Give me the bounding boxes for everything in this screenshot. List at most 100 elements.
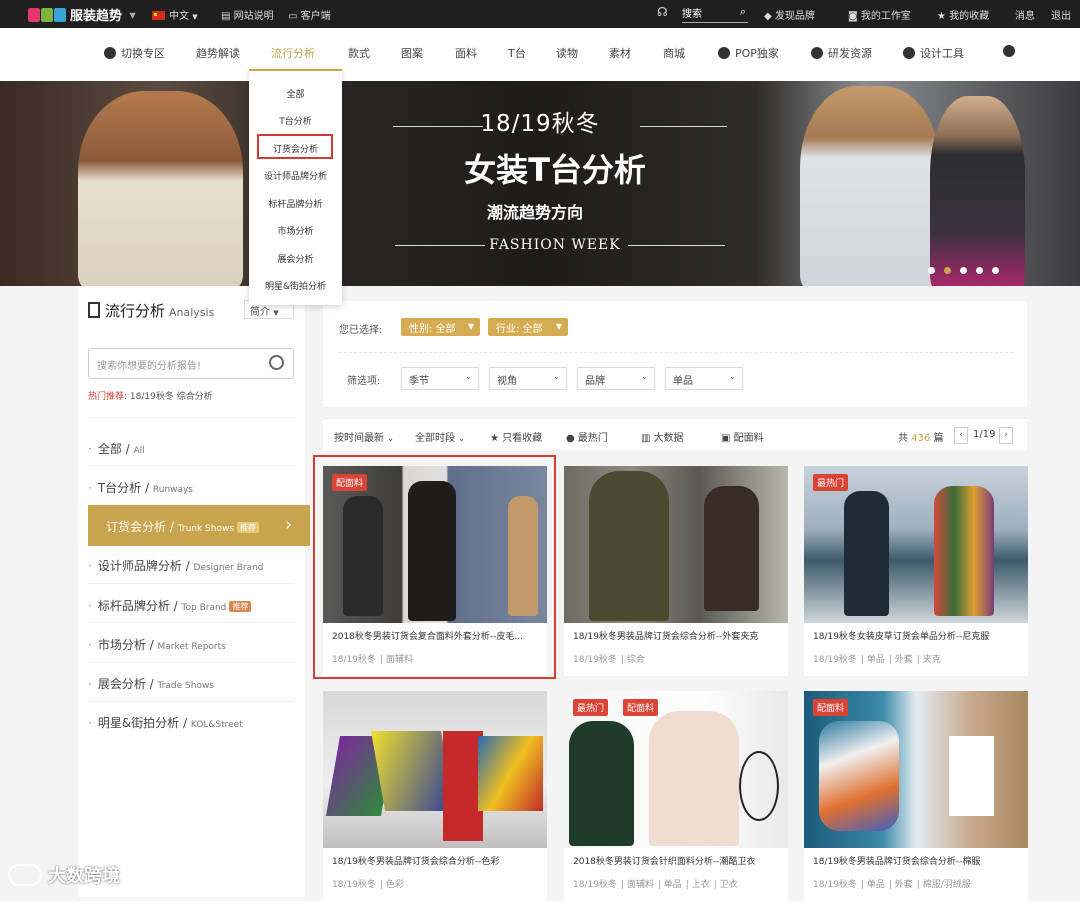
sidebar-item-trunk-shows[interactable]: 订货会分析 / Trunk Shows 推荐 › bbox=[88, 505, 310, 546]
sidebar-title-en: Analysis bbox=[169, 306, 215, 319]
workspace-link[interactable]: ◙ 我的工作室 bbox=[848, 7, 911, 22]
card-tag[interactable]: 18/19秋冬 bbox=[573, 655, 617, 665]
report-card[interactable]: 18/19秋冬男装品牌订货会综合分析--色彩 18/19秋冬 | 色彩 bbox=[323, 691, 547, 901]
card-tag[interactable]: 单品 bbox=[867, 655, 885, 665]
card-title[interactable]: 18/19秋冬男装品牌订货会综合分析--色彩 bbox=[332, 854, 542, 867]
carousel-dot[interactable] bbox=[992, 267, 999, 274]
big-data-toggle[interactable]: ▥ 大数据 bbox=[641, 429, 684, 444]
chevron-down-icon[interactable]: ▼ bbox=[130, 11, 136, 20]
top-search-input[interactable]: 搜索 ⌕ bbox=[682, 5, 748, 23]
client-link[interactable]: ▭ 客户端 bbox=[288, 7, 331, 22]
card-tag[interactable]: 综合 bbox=[627, 655, 645, 665]
card-title[interactable]: 18/19秋冬女装皮草订货会单品分析--尼克服 bbox=[813, 629, 1023, 642]
card-tag[interactable]: 单品 bbox=[867, 880, 885, 890]
hot-value-link[interactable]: 18/19秋冬 综合分析 bbox=[130, 392, 213, 402]
season-select[interactable]: 季节 ⌄ bbox=[401, 367, 479, 390]
carousel-dot[interactable] bbox=[960, 267, 967, 274]
dropdown-item-street[interactable]: 明星&街拍分析 bbox=[249, 279, 342, 292]
nav-item-mall[interactable]: 商城 bbox=[663, 45, 685, 61]
report-card[interactable]: 最热门 配面料 2018秋冬男装订货会针织面料分析--潮酷卫衣 18/19秋冬 |… bbox=[564, 691, 788, 901]
card-title[interactable]: 18/19秋冬男装品牌订货会综合分析--棉服 bbox=[813, 854, 1023, 867]
report-card[interactable]: 最热门 18/19秋冬女装皮草订货会单品分析--尼克服 18/19秋冬 | 单品 |… bbox=[804, 466, 1028, 676]
card-tag[interactable]: 单品 bbox=[664, 880, 682, 890]
card-tag[interactable]: 上衣 bbox=[692, 880, 710, 890]
site-help-link[interactable]: ▤ 网站说明 bbox=[221, 7, 274, 22]
favorites-link[interactable]: ★ 我的收藏 bbox=[937, 7, 989, 22]
nav-item-styles[interactable]: 款式 bbox=[348, 45, 370, 61]
report-card[interactable]: 配面料 18/19秋冬男装品牌订货会综合分析--棉服 18/19秋冬 | 单品 | … bbox=[804, 691, 1028, 901]
sidebar-item-trade-shows[interactable]: · 展会分析 / Trade Shows bbox=[88, 675, 214, 692]
total-number: 436 bbox=[911, 433, 931, 444]
prev-page-button[interactable]: ‹ bbox=[954, 427, 968, 444]
dropdown-item-designer[interactable]: 设计师品牌分析 bbox=[249, 169, 342, 182]
dropdown-item-runway[interactable]: T台分析 bbox=[249, 114, 342, 127]
with-fabric-toggle[interactable]: ▣ 配面料 bbox=[721, 429, 764, 444]
dropdown-item-trade-show[interactable]: 展会分析 bbox=[249, 252, 342, 265]
card-tag[interactable]: 18/19秋冬 bbox=[573, 880, 617, 890]
report-card[interactable]: 18/19秋冬男装品牌订货会综合分析--外套夹克 18/19秋冬 | 综合 bbox=[564, 466, 788, 676]
card-tag[interactable]: 18/19秋冬 bbox=[813, 655, 857, 665]
sidebar-item-runways[interactable]: · T台分析 / Runways bbox=[88, 479, 193, 496]
nav-item-runway[interactable]: T台 bbox=[508, 45, 526, 61]
carousel-dot-active[interactable] bbox=[944, 267, 951, 274]
discover-brand-link[interactable]: ◆ 发现品牌 bbox=[764, 7, 815, 22]
next-page-button[interactable]: › bbox=[999, 427, 1013, 444]
sidebar-item-top-brand[interactable]: · 标杆品牌分析 / Top Brand 推荐 bbox=[88, 597, 252, 614]
sidebar-search-input[interactable]: 搜索你想要的分析报告! bbox=[88, 348, 294, 379]
search-icon[interactable]: ⌕ bbox=[740, 5, 746, 19]
sidebar-item-market[interactable]: · 市场分析 / Market Reports bbox=[88, 636, 226, 653]
nav-item-reading[interactable]: 读物 bbox=[556, 45, 578, 61]
card-tag[interactable]: 18/19秋冬 bbox=[813, 880, 857, 890]
card-tag[interactable]: 夹克 bbox=[923, 655, 941, 665]
card-tag[interactable]: 面辅料 bbox=[627, 880, 654, 890]
design-tools-link[interactable]: 设计工具 bbox=[903, 45, 964, 61]
more-icon[interactable] bbox=[1003, 45, 1020, 58]
rd-resources-link[interactable]: 研发资源 bbox=[811, 45, 872, 61]
switch-icon bbox=[104, 47, 116, 59]
pop-exclusive-link[interactable]: POP独家 bbox=[718, 45, 779, 61]
monitor-icon: ▭ bbox=[288, 11, 301, 22]
logo[interactable]: 服装趋势 ▼ bbox=[28, 5, 136, 24]
all-time-select[interactable]: 全部时段 ⌄ bbox=[415, 429, 465, 444]
item-select[interactable]: 单品 ⌄ bbox=[665, 367, 743, 390]
dropdown-item-market[interactable]: 市场分析 bbox=[249, 224, 342, 237]
headset-icon[interactable]: ☊ bbox=[657, 5, 668, 19]
carousel-dot[interactable] bbox=[928, 267, 935, 274]
sidebar-divider bbox=[88, 701, 294, 702]
card-tag[interactable]: 棉服/羽绒服 bbox=[923, 880, 971, 890]
sidebar-divider bbox=[88, 417, 294, 418]
view-select[interactable]: 视角 ⌄ bbox=[489, 367, 567, 390]
nav-item-materials[interactable]: 素材 bbox=[609, 45, 631, 61]
sidebar-item-designer[interactable]: · 设计师品牌分析 / Designer Brand bbox=[88, 557, 264, 574]
gender-chip[interactable]: 性别: 全部 ▼ bbox=[401, 318, 480, 336]
card-title[interactable]: 2018秋冬男装订货会针织面料分析--潮酷卫衣 bbox=[573, 854, 783, 867]
sidebar-item-label: 全部 bbox=[97, 442, 122, 456]
search-icon[interactable] bbox=[269, 355, 284, 370]
messages-link[interactable]: 消息 bbox=[1015, 7, 1035, 22]
switch-zone-button[interactable]: 切换专区 bbox=[104, 45, 165, 61]
logout-link[interactable]: 退出 bbox=[1051, 7, 1071, 22]
industry-chip[interactable]: 行业: 全部 ▼ bbox=[488, 318, 568, 336]
only-favorites-toggle[interactable]: ★ 只看收藏 bbox=[490, 429, 542, 444]
nav-item-fabrics[interactable]: 面料 bbox=[455, 45, 477, 61]
hero-banner[interactable]: 18/19秋冬 女装T台分析 潮流趋势方向 FASHION WEEK bbox=[0, 81, 1080, 286]
sidebar-item-all[interactable]: · 全部 / All bbox=[88, 440, 145, 457]
card-tag[interactable]: 外套 bbox=[895, 880, 913, 890]
card-tag[interactable]: 色彩 bbox=[386, 880, 404, 890]
card-tag[interactable]: 外套 bbox=[895, 655, 913, 665]
card-tag[interactable]: 18/19秋冬 bbox=[332, 880, 376, 890]
hottest-toggle[interactable]: ● 最热门 bbox=[566, 429, 608, 444]
nav-item-analysis[interactable]: 流行分析 bbox=[271, 45, 315, 61]
dropdown-item-all[interactable]: 全部 bbox=[249, 87, 342, 100]
language-select[interactable]: 中文 ▼ bbox=[152, 7, 198, 22]
card-tag[interactable]: 卫衣 bbox=[720, 880, 738, 890]
carousel-dot[interactable] bbox=[976, 267, 983, 274]
card-title[interactable]: 18/19秋冬男装品牌订货会综合分析--外套夹克 bbox=[573, 629, 783, 642]
dropdown-item-top-brand[interactable]: 标杆品牌分析 bbox=[249, 197, 342, 210]
nav-item-patterns[interactable]: 图案 bbox=[401, 45, 423, 61]
sidebar-item-street[interactable]: · 明星&街拍分析 / KOL&Street bbox=[88, 714, 243, 731]
sidebar-divider bbox=[88, 465, 294, 466]
nav-item-trends[interactable]: 趋势解读 bbox=[196, 45, 240, 61]
sort-by-time[interactable]: 按时间最新 ⌄ bbox=[334, 429, 394, 444]
brand-select[interactable]: 品牌 ⌄ bbox=[577, 367, 655, 390]
